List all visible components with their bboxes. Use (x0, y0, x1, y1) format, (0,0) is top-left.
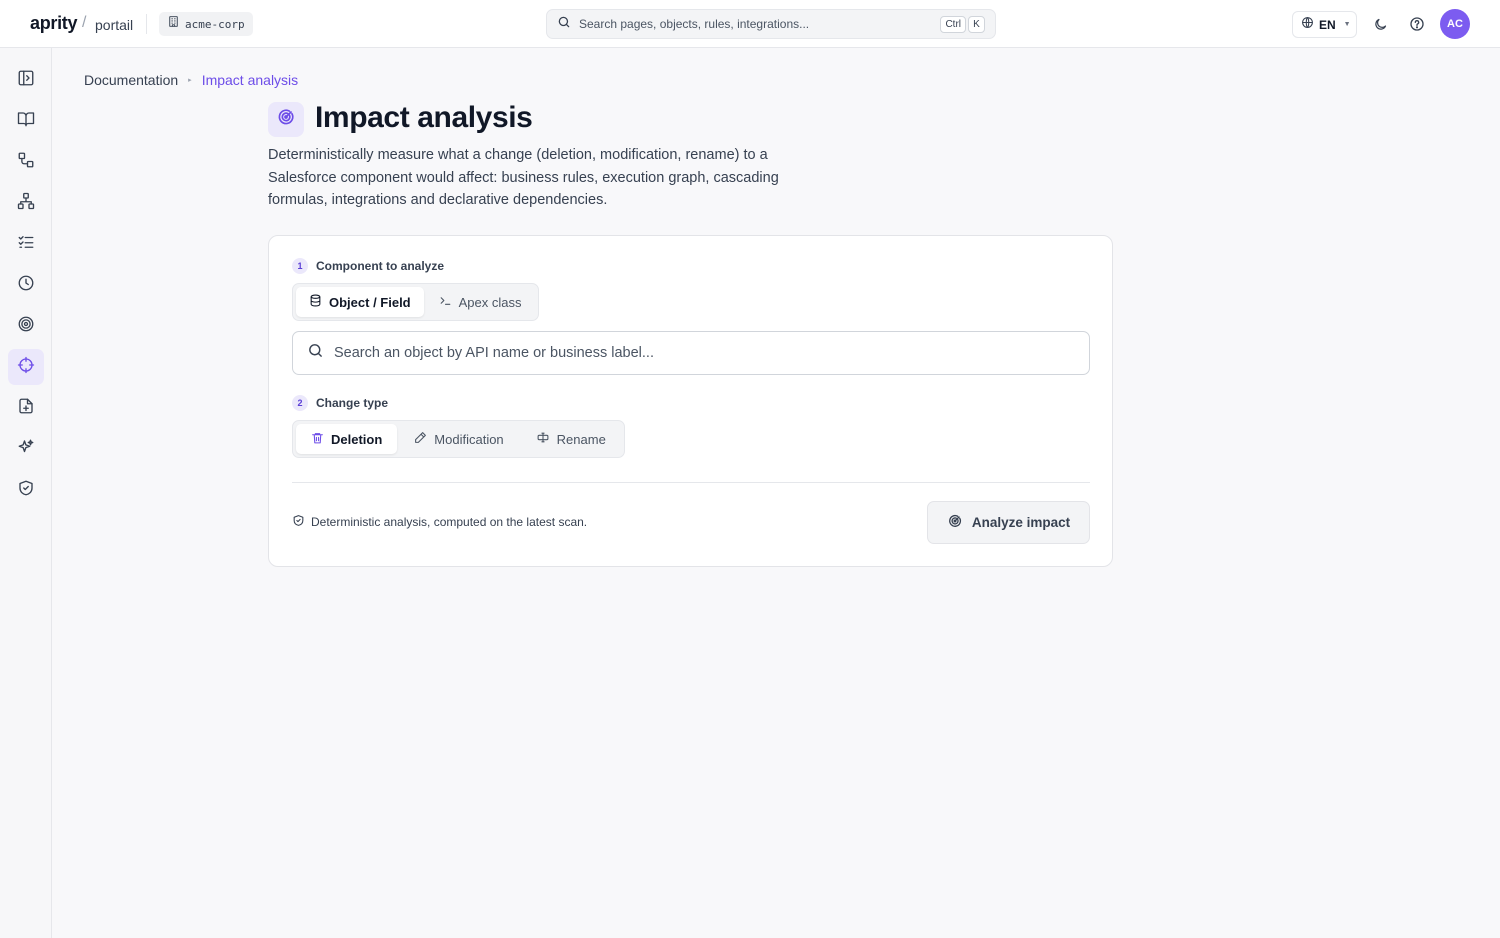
step-label: Component to analyze (316, 259, 445, 273)
trash-icon (311, 431, 324, 448)
search-icon (557, 15, 571, 34)
breadcrumb: Documentation ▸ Impact analysis (84, 72, 298, 88)
tab-deletion[interactable]: Deletion (296, 424, 398, 454)
sidebar (0, 48, 52, 938)
portal-name: portail (95, 17, 134, 33)
radar-icon (276, 107, 296, 132)
language-code: EN (1319, 17, 1336, 32)
analysis-note-text: Deterministic analysis, computed on the … (311, 515, 588, 529)
sidebar-item-graph[interactable] (8, 185, 44, 221)
sidebar-item-documentation[interactable] (8, 103, 44, 139)
file-plus-icon (17, 397, 35, 420)
help-icon[interactable] (1407, 14, 1427, 34)
shield-check-icon (292, 514, 305, 530)
step-number: 1 (292, 258, 308, 274)
global-search[interactable]: Search pages, objects, rules, integratio… (546, 9, 996, 39)
brand-separator: / (82, 14, 87, 31)
terminal-icon (439, 294, 452, 310)
crosshair-icon (17, 356, 35, 379)
tab-label: Deletion (331, 431, 383, 447)
org-switcher[interactable]: acme-corp (159, 12, 253, 36)
breadcrumb-separator-icon: ▸ (188, 77, 192, 84)
shortcut-ctrl-key: Ctrl (940, 16, 966, 33)
tab-object-field[interactable]: Object / Field (296, 287, 424, 317)
target-icon (17, 315, 35, 338)
sidebar-item-impact-analysis[interactable] (8, 349, 44, 385)
tab-rename[interactable]: Rename (521, 424, 621, 454)
shapes-icon (17, 151, 35, 174)
sidebar-item-history[interactable] (8, 267, 44, 303)
network-icon (17, 192, 35, 215)
tab-label: Modification (434, 431, 504, 447)
database-icon (309, 294, 322, 310)
clock-icon (17, 274, 35, 297)
analysis-note: Deterministic analysis, computed on the … (292, 514, 587, 530)
breadcrumb-current: Impact analysis (201, 72, 299, 88)
theme-toggle-moon-icon[interactable] (1370, 14, 1390, 34)
brand-logo[interactable]: aprity (30, 13, 78, 34)
tab-label: Object / Field (329, 294, 411, 310)
tab-label: Apex class (458, 294, 522, 310)
analyze-impact-button[interactable]: Analyze impact (927, 501, 1090, 544)
component-search-placeholder: Search an object by API name or business… (334, 345, 654, 361)
change-type-tabs: Deletion Modification Rename (292, 420, 625, 458)
top-bar: aprity / portail acme-corp Search pages,… (0, 0, 1500, 48)
tab-apex-class[interactable]: Apex class (426, 287, 535, 317)
breadcrumb-documentation[interactable]: Documentation (84, 72, 178, 88)
step-change-type: 2 Change type (292, 395, 388, 411)
sidebar-item-target[interactable] (8, 308, 44, 344)
step-component: 1 Component to analyze (292, 258, 444, 274)
page-title-icon (268, 102, 304, 137)
checklist-icon (17, 233, 35, 256)
building-icon (167, 15, 180, 33)
sidebar-toggle[interactable] (8, 62, 44, 98)
search-icon (307, 342, 324, 364)
tab-label: Rename (556, 431, 606, 447)
impact-form-card: 1 Component to analyze Object / Field Ap… (268, 235, 1113, 567)
globe-icon (1301, 16, 1314, 34)
header-divider (146, 14, 147, 34)
page-title: Impact analysis (315, 101, 533, 134)
book-icon (17, 110, 35, 133)
sidebar-item-ai[interactable] (8, 431, 44, 467)
org-name: acme-corp (185, 17, 245, 31)
sidebar-toggle-icon (17, 69, 35, 92)
radar-icon (947, 513, 963, 532)
user-avatar[interactable]: AC (1440, 9, 1470, 39)
step-number: 2 (292, 395, 308, 411)
sidebar-item-reports[interactable] (8, 390, 44, 426)
step-label: Change type (316, 396, 389, 410)
sparkles-icon (17, 438, 35, 461)
shortcut-k-key: K (968, 16, 985, 33)
shield-check-icon (17, 479, 35, 502)
sidebar-item-security[interactable] (8, 472, 44, 508)
sidebar-item-objects[interactable] (8, 144, 44, 180)
component-search-input[interactable]: Search an object by API name or business… (292, 331, 1090, 375)
component-type-tabs: Object / Field Apex class (292, 283, 539, 321)
rename-icon (536, 431, 550, 447)
tab-modification[interactable]: Modification (399, 424, 518, 454)
global-search-placeholder: Search pages, objects, rules, integratio… (579, 17, 810, 31)
language-selector[interactable]: EN ▼ (1292, 11, 1357, 38)
page-description: Deterministically measure what a change … (268, 147, 779, 208)
pencil-icon (414, 431, 427, 447)
form-divider (292, 482, 1090, 483)
sidebar-item-rules[interactable] (8, 226, 44, 262)
caret-down-icon: ▼ (1343, 21, 1351, 28)
analyze-impact-label: Analyze impact (971, 515, 1071, 530)
